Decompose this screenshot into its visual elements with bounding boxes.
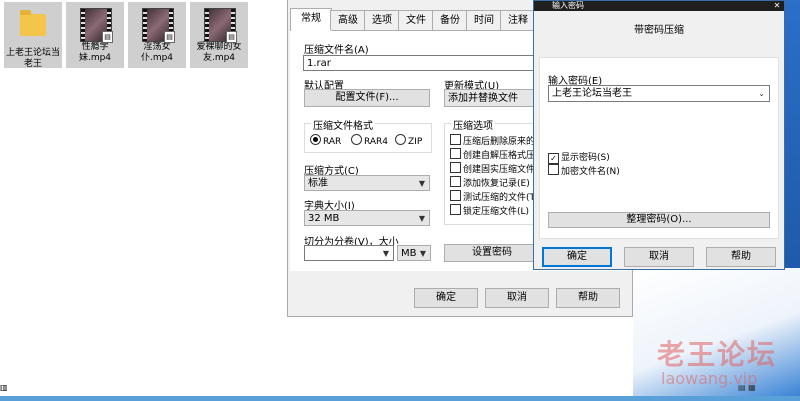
cancel-button[interactable]: 取消	[485, 288, 549, 308]
organize-passwords-button[interactable]: 整理密码(O)...	[548, 212, 770, 228]
checkbox-label: 压缩后删除原来的	[463, 137, 536, 147]
tab-general[interactable]: 常规	[290, 8, 332, 31]
checkbox-label: 创建自解压格式压	[463, 151, 536, 161]
split-size-input[interactable]: ▼	[304, 245, 394, 261]
format-rar-radio[interactable]: RAR	[310, 134, 341, 147]
chevron-down-icon: ⌄	[758, 89, 765, 98]
option-sfx[interactable]: 创建自解压格式压	[450, 148, 535, 161]
password-panel: 输入密码(E) 上老王论坛当老王 ⌄ ✓ 显示密码(S) 加密文件名(N) 整理密码…	[539, 57, 779, 239]
password-ok-button[interactable]: 确定	[542, 247, 612, 267]
watermark-text: 老王论坛	[657, 338, 778, 371]
video-file-icon: ▤	[142, 8, 175, 43]
password-dialog-header: 带密码压缩	[634, 25, 684, 36]
checkbox-icon	[450, 134, 461, 145]
file-label: 淫荡女仆.mp4	[140, 42, 174, 63]
show-password-checkbox[interactable]: ✓ 显示密码(S)	[548, 150, 610, 164]
desktop-file-video-1[interactable]: ▤ 性瘾学妹.mp4	[66, 2, 124, 68]
password-dialog: 输入密码 ✕ 带密码压缩 输入密码(E) 上老王论坛当老王 ⌄ ✓ 显示密码(S) …	[533, 0, 785, 270]
tab-options[interactable]: 选项	[364, 10, 400, 30]
file-label: 性瘾学妹.mp4	[78, 42, 112, 63]
radio-label: ZIP	[408, 137, 423, 147]
checkbox-label: 添加恢复记录(E)	[463, 179, 530, 189]
checkbox-icon	[450, 176, 461, 187]
format-group-title: 压缩文件格式	[311, 117, 375, 132]
tab-backup[interactable]: 备份	[432, 10, 468, 30]
desktop-file-folder[interactable]: 上老王论坛当老王	[4, 2, 62, 69]
radio-selected-icon	[310, 134, 321, 145]
encrypt-filenames-checkbox[interactable]: 加密文件名(N)	[548, 164, 620, 177]
radio-label: RAR4	[364, 137, 389, 147]
checkbox-icon	[450, 162, 461, 173]
close-icon[interactable]: ✕	[770, 1, 784, 11]
desktop-file-video-3[interactable]: ▤ 爱裸聊的女友.mp4	[190, 2, 248, 68]
password-value: 上老王论坛当老王	[552, 88, 632, 99]
option-delete-after[interactable]: 压缩后删除原来的	[450, 134, 535, 147]
ok-button[interactable]: 确定	[414, 288, 478, 308]
radio-label: RAR	[323, 137, 342, 147]
tab-files[interactable]: 文件	[398, 10, 434, 30]
split-unit-select[interactable]: MB ▼	[397, 245, 431, 261]
taskbar-strip	[0, 396, 800, 401]
chevron-down-icon: ▼	[419, 249, 426, 258]
list-view-icon: ▥	[0, 383, 8, 392]
radio-icon	[395, 134, 406, 145]
checkbox-icon	[450, 190, 461, 201]
update-mode-select[interactable]: 添加并替换文件	[444, 89, 540, 107]
option-lock[interactable]: 锁定压缩文件(L)	[450, 204, 529, 217]
password-dialog-titlebar: 输入密码	[534, 1, 784, 11]
checkbox-label: 创建固实压缩文件	[463, 165, 536, 175]
password-help-button[interactable]: 帮助	[706, 247, 776, 267]
folder-icon	[18, 10, 48, 46]
password-cancel-button[interactable]: 取消	[624, 247, 694, 267]
method-value: 标准	[308, 178, 328, 189]
update-mode-value: 添加并替换文件	[448, 93, 518, 104]
format-zip-radio[interactable]: ZIP	[395, 134, 422, 147]
checkbox-icon	[548, 164, 559, 175]
method-select[interactable]: 标准 ▼	[304, 175, 430, 191]
chevron-down-icon: ▼	[418, 179, 425, 188]
chevron-down-icon: ▼	[418, 214, 425, 223]
tab-comment[interactable]: 注释	[500, 10, 536, 30]
archive-name-label: 压缩文件名(A)	[304, 45, 369, 56]
checkbox-icon	[450, 148, 461, 159]
split-unit-value: MB	[401, 248, 417, 259]
chevron-down-icon: ▼	[382, 249, 389, 258]
checkbox-icon	[450, 204, 461, 215]
format-group: 压缩文件格式 RAR RAR4 ZIP	[304, 117, 432, 153]
archive-name-input[interactable]: 1.rar	[303, 55, 539, 71]
video-file-icon: ▤	[204, 8, 237, 43]
file-label: 爱裸聊的女友.mp4	[196, 42, 242, 63]
desktop-file-video-2[interactable]: ▤ 淫荡女仆.mp4	[128, 2, 186, 68]
dict-select[interactable]: 32 MB ▼	[304, 210, 430, 226]
checkbox-label: 显示密码(S)	[561, 153, 610, 163]
file-label: 上老王论坛当老王	[5, 48, 60, 69]
checkbox-label: 测试压缩的文件(T	[463, 193, 536, 203]
checkbox-label: 加密文件名(N)	[561, 167, 620, 177]
tab-advanced[interactable]: 高级	[330, 10, 366, 30]
view-toggle-icons[interactable]: ▤ ▦	[738, 383, 756, 392]
option-test[interactable]: 测试压缩的文件(T	[450, 190, 535, 203]
password-input[interactable]: 上老王论坛当老王 ⌄	[548, 85, 770, 102]
options-group-title: 压缩选项	[451, 117, 495, 132]
help-button[interactable]: 帮助	[556, 288, 620, 308]
set-password-button[interactable]: 设置密码	[444, 244, 540, 262]
radio-icon	[351, 134, 362, 145]
video-file-icon: ▤	[80, 8, 113, 43]
options-group: 压缩选项 压缩后删除原来的 创建自解压格式压 创建固实压缩文件 添加恢复记录(E…	[444, 117, 542, 225]
checkbox-checked-icon: ✓	[548, 153, 559, 164]
checkbox-label: 锁定压缩文件(L)	[463, 207, 530, 217]
format-rar4-radio[interactable]: RAR4	[351, 134, 388, 147]
dict-value: 32 MB	[308, 213, 340, 224]
profile-button[interactable]: 配置文件(F)...	[304, 89, 430, 107]
option-solid[interactable]: 创建固实压缩文件	[450, 162, 535, 175]
tab-time[interactable]: 时间	[466, 10, 502, 30]
option-recovery[interactable]: 添加恢复记录(E)	[450, 176, 530, 189]
dialog-title: 输入密码	[552, 1, 584, 10]
